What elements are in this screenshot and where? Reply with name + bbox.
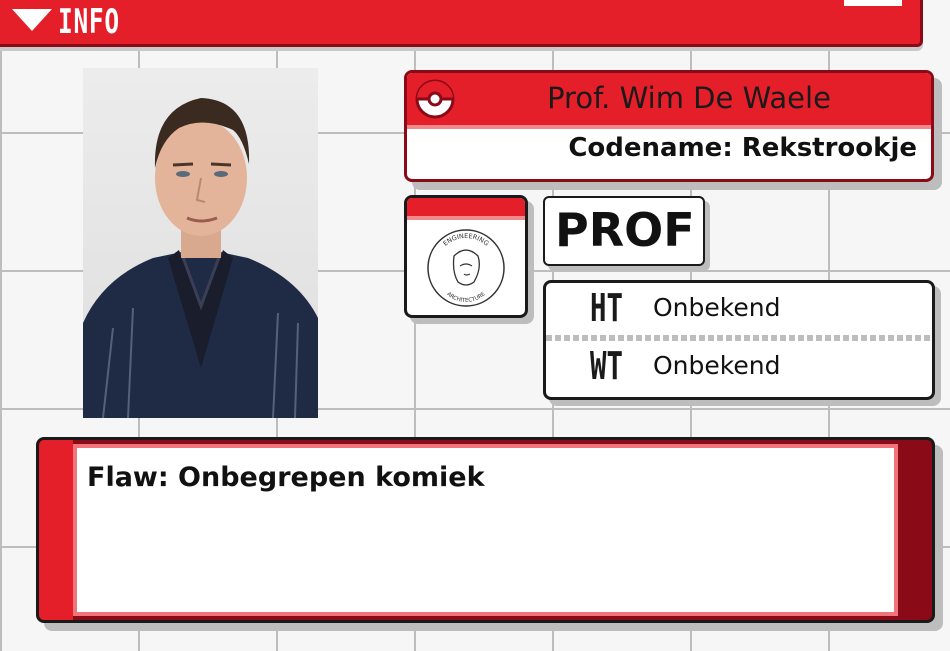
engineering-seal-icon: ENGINEERING ARCHITECTURE — [427, 229, 505, 307]
header-title: INFO — [58, 2, 120, 42]
flaw-text: Flaw: Onbegrepen komiek — [87, 462, 485, 493]
stat-value: Onbekend — [653, 351, 781, 380]
type-label: PROF — [555, 203, 695, 257]
person-name: Prof. Wim De Waele — [547, 81, 831, 115]
triangle-down-icon[interactable] — [12, 9, 52, 31]
stats-box: HT Onbekend WT Onbekend — [543, 280, 935, 400]
stat-key: WT — [590, 344, 623, 388]
type-badge: PROF — [543, 196, 705, 266]
logo-box-band — [407, 198, 525, 220]
faculty-logo-box: ENGINEERING ARCHITECTURE — [404, 195, 528, 318]
header-bar: INFO — [0, 0, 923, 47]
codename-label: Codename: Rekstrookje — [568, 133, 917, 163]
name-card: Prof. Wim De Waele Codename: Rekstrookje — [404, 70, 934, 182]
flaw-dialog-inner: Flaw: Onbegrepen komiek — [73, 444, 898, 616]
stat-row-ht: HT Onbekend — [546, 283, 932, 333]
stat-key: HT — [590, 286, 623, 330]
flaw-dialog-left-band — [39, 440, 73, 620]
stat-row-wt: WT Onbekend — [546, 341, 932, 391]
stat-value: Onbekend — [653, 293, 781, 322]
flaw-dialog: Flaw: Onbegrepen komiek — [36, 437, 935, 623]
seal-bottom-text: ARCHITECTURE — [445, 291, 486, 304]
header-tab — [844, 0, 902, 6]
portrait-photo — [83, 68, 318, 418]
